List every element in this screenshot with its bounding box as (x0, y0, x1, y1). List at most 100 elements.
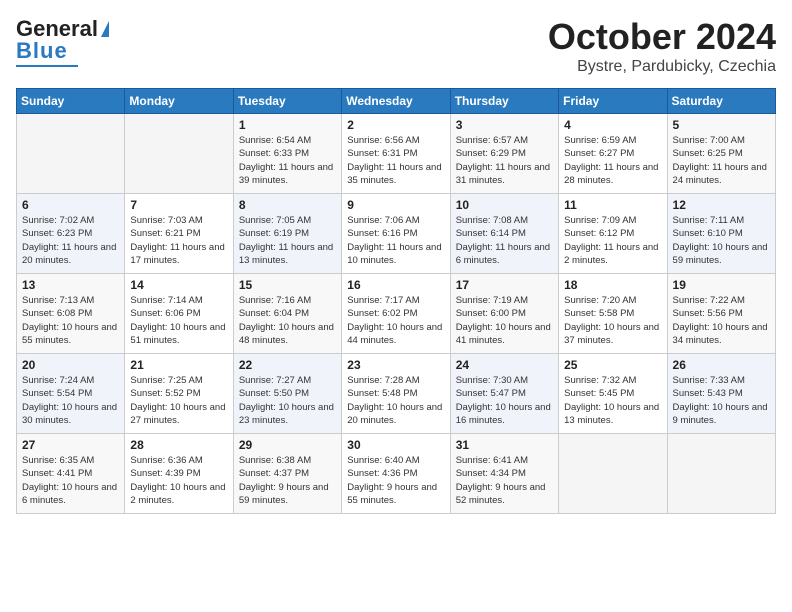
day-info: Sunrise: 7:00 AM Sunset: 6:25 PM Dayligh… (673, 134, 770, 187)
day-number: 1 (239, 118, 336, 132)
calendar-cell (125, 114, 233, 194)
calendar-week-2: 6Sunrise: 7:02 AM Sunset: 6:23 PM Daylig… (17, 194, 776, 274)
day-info: Sunrise: 6:38 AM Sunset: 4:37 PM Dayligh… (239, 454, 336, 507)
location-subtitle: Bystre, Pardubicky, Czechia (548, 58, 776, 76)
weekday-header-friday: Friday (559, 89, 667, 114)
day-info: Sunrise: 7:28 AM Sunset: 5:48 PM Dayligh… (347, 374, 444, 427)
day-number: 17 (456, 278, 553, 292)
day-info: Sunrise: 7:05 AM Sunset: 6:19 PM Dayligh… (239, 214, 336, 267)
calendar-cell: 22Sunrise: 7:27 AM Sunset: 5:50 PM Dayli… (233, 354, 341, 434)
calendar-cell: 19Sunrise: 7:22 AM Sunset: 5:56 PM Dayli… (667, 274, 775, 354)
day-info: Sunrise: 6:59 AM Sunset: 6:27 PM Dayligh… (564, 134, 661, 187)
day-number: 21 (130, 358, 227, 372)
calendar-cell: 4 Sunrise: 6:59 AM Sunset: 6:27 PM Daylig… (559, 114, 667, 194)
day-info: Sunrise: 6:54 AM Sunset: 6:33 PM Dayligh… (239, 134, 336, 187)
day-number: 10 (456, 198, 553, 212)
calendar-cell: 12 Sunrise: 7:11 AM Sunset: 6:10 PM Dayli… (667, 194, 775, 274)
calendar-cell: 23 Sunrise: 7:28 AM Sunset: 5:48 PM Dayli… (342, 354, 450, 434)
calendar-week-3: 13 Sunrise: 7:13 AM Sunset: 6:08 PM Dayli… (17, 274, 776, 354)
day-info: Sunrise: 7:30 AM Sunset: 5:47 PM Dayligh… (456, 374, 553, 427)
weekday-header-monday: Monday (125, 89, 233, 114)
logo-underline (16, 65, 78, 67)
page-header: General Blue October 2024 Bystre, Pardub… (16, 16, 776, 76)
day-info: Sunrise: 7:08 AM Sunset: 6:14 PM Dayligh… (456, 214, 553, 267)
day-number: 29 (239, 438, 336, 452)
weekday-header-row: SundayMondayTuesdayWednesdayThursdayFrid… (17, 89, 776, 114)
day-number: 23 (347, 358, 444, 372)
calendar-cell: 1 Sunrise: 6:54 AM Sunset: 6:33 PM Daylig… (233, 114, 341, 194)
day-number: 12 (673, 198, 770, 212)
day-info: Sunrise: 7:20 AM Sunset: 5:58 PM Dayligh… (564, 294, 661, 347)
day-info: Sunrise: 7:16 AM Sunset: 6:04 PM Dayligh… (239, 294, 336, 347)
calendar-cell: 28 Sunrise: 6:36 AM Sunset: 4:39 PM Dayli… (125, 434, 233, 514)
calendar-cell: 26 Sunrise: 7:33 AM Sunset: 5:43 PM Dayli… (667, 354, 775, 434)
day-number: 3 (456, 118, 553, 132)
day-number: 8 (239, 198, 336, 212)
day-info: Sunrise: 7:33 AM Sunset: 5:43 PM Dayligh… (673, 374, 770, 427)
weekday-header-saturday: Saturday (667, 89, 775, 114)
day-number: 5 (673, 118, 770, 132)
day-number: 22 (239, 358, 336, 372)
day-number: 26 (673, 358, 770, 372)
day-info: Sunrise: 6:35 AM Sunset: 4:41 PM Dayligh… (22, 454, 119, 507)
weekday-header-thursday: Thursday (450, 89, 558, 114)
calendar-cell: 10 Sunrise: 7:08 AM Sunset: 6:14 PM Dayli… (450, 194, 558, 274)
calendar-cell: 11 Sunrise: 7:09 AM Sunset: 6:12 PM Dayli… (559, 194, 667, 274)
logo-blue-text: Blue (16, 38, 68, 64)
weekday-header-tuesday: Tuesday (233, 89, 341, 114)
calendar-cell: 17 Sunrise: 7:19 AM Sunset: 6:00 PM Dayli… (450, 274, 558, 354)
day-info: Sunrise: 6:57 AM Sunset: 6:29 PM Dayligh… (456, 134, 553, 187)
weekday-header-sunday: Sunday (17, 89, 125, 114)
day-info: Sunrise: 7:25 AM Sunset: 5:52 PM Dayligh… (130, 374, 227, 427)
calendar-cell: 2Sunrise: 6:56 AM Sunset: 6:31 PM Daylig… (342, 114, 450, 194)
day-number: 9 (347, 198, 444, 212)
day-info: Sunrise: 7:17 AM Sunset: 6:02 PM Dayligh… (347, 294, 444, 347)
day-info: Sunrise: 7:19 AM Sunset: 6:00 PM Dayligh… (456, 294, 553, 347)
day-info: Sunrise: 7:11 AM Sunset: 6:10 PM Dayligh… (673, 214, 770, 267)
calendar-cell: 25Sunrise: 7:32 AM Sunset: 5:45 PM Dayli… (559, 354, 667, 434)
day-info: Sunrise: 6:41 AM Sunset: 4:34 PM Dayligh… (456, 454, 553, 507)
day-info: Sunrise: 7:09 AM Sunset: 6:12 PM Dayligh… (564, 214, 661, 267)
weekday-header-wednesday: Wednesday (342, 89, 450, 114)
month-title: October 2024 (548, 16, 776, 58)
calendar-week-1: 1 Sunrise: 6:54 AM Sunset: 6:33 PM Daylig… (17, 114, 776, 194)
logo: General Blue (16, 16, 109, 67)
day-info: Sunrise: 7:32 AM Sunset: 5:45 PM Dayligh… (564, 374, 661, 427)
day-number: 13 (22, 278, 119, 292)
day-info: Sunrise: 7:06 AM Sunset: 6:16 PM Dayligh… (347, 214, 444, 267)
day-number: 14 (130, 278, 227, 292)
day-number: 7 (130, 198, 227, 212)
calendar-cell: 5 Sunrise: 7:00 AM Sunset: 6:25 PM Daylig… (667, 114, 775, 194)
day-info: Sunrise: 7:02 AM Sunset: 6:23 PM Dayligh… (22, 214, 119, 267)
day-info: Sunrise: 6:36 AM Sunset: 4:39 PM Dayligh… (130, 454, 227, 507)
calendar-cell: 15 Sunrise: 7:16 AM Sunset: 6:04 PM Dayli… (233, 274, 341, 354)
day-info: Sunrise: 7:14 AM Sunset: 6:06 PM Dayligh… (130, 294, 227, 347)
day-info: Sunrise: 6:40 AM Sunset: 4:36 PM Dayligh… (347, 454, 444, 507)
calendar-cell: 9 Sunrise: 7:06 AM Sunset: 6:16 PM Daylig… (342, 194, 450, 274)
calendar-cell: 13 Sunrise: 7:13 AM Sunset: 6:08 PM Dayli… (17, 274, 125, 354)
day-info: Sunrise: 6:56 AM Sunset: 6:31 PM Dayligh… (347, 134, 444, 187)
day-number: 20 (22, 358, 119, 372)
day-number: 27 (22, 438, 119, 452)
day-info: Sunrise: 7:24 AM Sunset: 5:54 PM Dayligh… (22, 374, 119, 427)
calendar-cell: 30Sunrise: 6:40 AM Sunset: 4:36 PM Dayli… (342, 434, 450, 514)
calendar-cell: 21 Sunrise: 7:25 AM Sunset: 5:52 PM Dayli… (125, 354, 233, 434)
day-number: 11 (564, 198, 661, 212)
calendar-cell: 8 Sunrise: 7:05 AM Sunset: 6:19 PM Daylig… (233, 194, 341, 274)
day-info: Sunrise: 7:03 AM Sunset: 6:21 PM Dayligh… (130, 214, 227, 267)
calendar-cell (17, 114, 125, 194)
logo-arrow-icon (101, 21, 109, 37)
calendar-cell: 6Sunrise: 7:02 AM Sunset: 6:23 PM Daylig… (17, 194, 125, 274)
calendar-cell (559, 434, 667, 514)
calendar-cell: 24Sunrise: 7:30 AM Sunset: 5:47 PM Dayli… (450, 354, 558, 434)
calendar-cell: 29 Sunrise: 6:38 AM Sunset: 4:37 PM Dayli… (233, 434, 341, 514)
day-info: Sunrise: 7:13 AM Sunset: 6:08 PM Dayligh… (22, 294, 119, 347)
day-number: 28 (130, 438, 227, 452)
calendar-cell: 14 Sunrise: 7:14 AM Sunset: 6:06 PM Dayli… (125, 274, 233, 354)
day-number: 18 (564, 278, 661, 292)
day-number: 19 (673, 278, 770, 292)
calendar-cell (667, 434, 775, 514)
day-number: 4 (564, 118, 661, 132)
calendar-week-4: 20 Sunrise: 7:24 AM Sunset: 5:54 PM Dayli… (17, 354, 776, 434)
day-number: 15 (239, 278, 336, 292)
